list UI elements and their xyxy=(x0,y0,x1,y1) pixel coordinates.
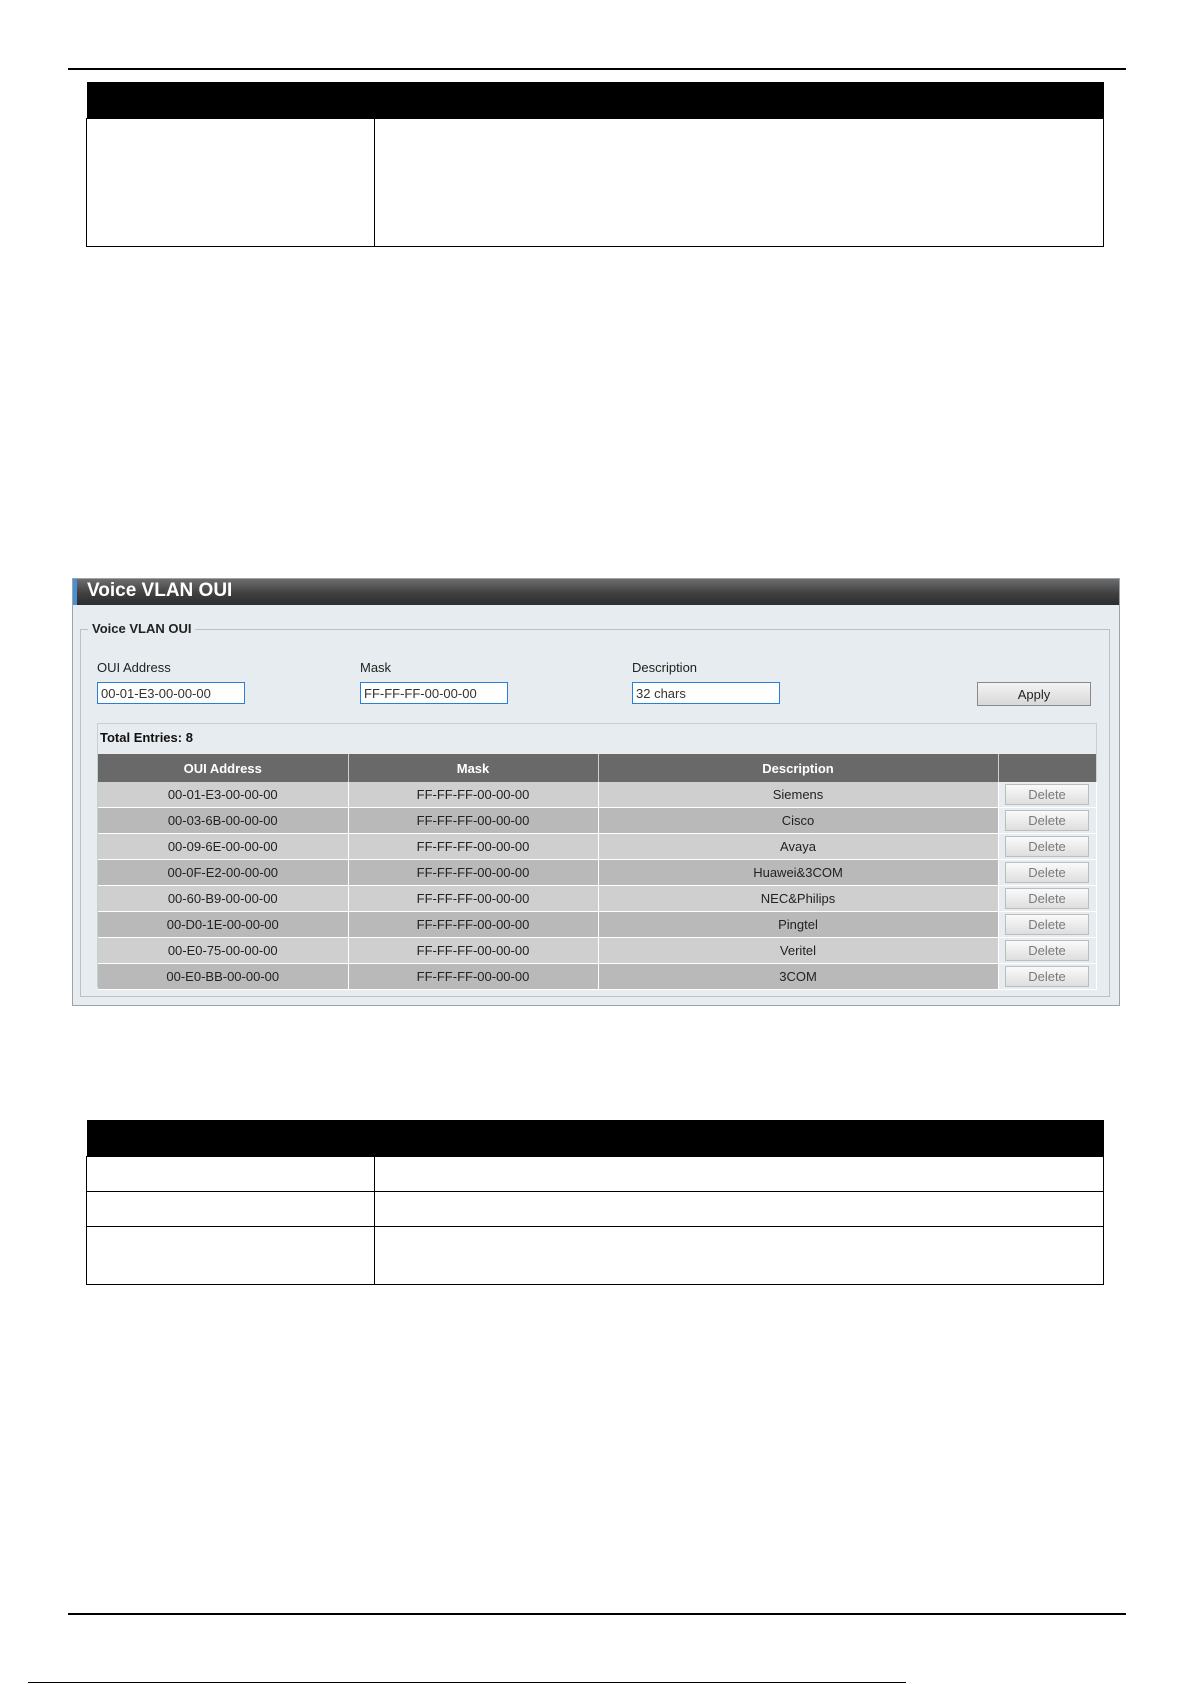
delete-button[interactable]: Delete xyxy=(1005,966,1089,987)
action-cell: Delete xyxy=(998,782,1097,808)
action-cell: Delete xyxy=(998,833,1097,860)
mask-input[interactable] xyxy=(360,682,508,704)
table-row: 00-D0-1E-00-00-00 FF-FF-FF-00-00-00 Pingte… xyxy=(98,911,1097,938)
table-row: 00-60-B9-00-00-00 FF-FF-FF-00-00-00 NEC&Ph… xyxy=(98,885,1097,912)
mask-cell: FF-FF-FF-00-00-00 xyxy=(348,885,599,912)
description-label: Description xyxy=(632,660,698,675)
oui-address-cell: 00-09-6E-00-00-00 xyxy=(98,833,349,860)
description-cell: Pingtel xyxy=(598,911,999,938)
voice-vlan-oui-fieldset: Voice VLAN OUI OUI Address Mask Descript… xyxy=(80,621,1110,997)
action-cell: Delete xyxy=(998,911,1097,938)
table-header-cell xyxy=(374,82,1104,119)
table-cell xyxy=(374,118,1104,247)
table-cell xyxy=(374,1226,1104,1285)
table-row: 00-E0-75-00-00-00 FF-FF-FF-00-00-00 Verite… xyxy=(98,937,1097,964)
action-cell: Delete xyxy=(998,937,1097,964)
action-cell: Delete xyxy=(998,963,1097,990)
delete-button[interactable]: Delete xyxy=(1005,836,1089,857)
apply-button[interactable]: Apply xyxy=(977,682,1091,706)
description-cell: NEC&Philips xyxy=(598,885,999,912)
mask-cell: FF-FF-FF-00-00-00 xyxy=(348,937,599,964)
fieldset-legend: Voice VLAN OUI xyxy=(88,621,196,636)
table-row: 00-0F-E2-00-00-00 FF-FF-FF-00-00-00 Huawei… xyxy=(98,859,1097,886)
description-cell: Siemens xyxy=(598,782,999,808)
parameter-table-top xyxy=(86,82,1104,247)
oui-table-container: Total Entries: 8 OUI Address Mask Descri… xyxy=(97,723,1097,990)
description-cell: Avaya xyxy=(598,833,999,860)
panel-title: Voice VLAN OUI xyxy=(73,579,1119,605)
oui-table: OUI Address Mask Description 00-01-E3-00… xyxy=(98,754,1097,990)
mask-cell: FF-FF-FF-00-00-00 xyxy=(348,782,599,808)
description-cell: Cisco xyxy=(598,807,999,834)
table-row: 00-03-6B-00-00-00 FF-FF-FF-00-00-00 Cisco D… xyxy=(98,807,1097,834)
delete-button[interactable]: Delete xyxy=(1005,784,1089,805)
action-cell: Delete xyxy=(998,807,1097,834)
delete-button[interactable]: Delete xyxy=(1005,862,1089,883)
oui-address-cell: 00-E0-BB-00-00-00 xyxy=(98,963,349,990)
oui-address-cell: 00-03-6B-00-00-00 xyxy=(98,807,349,834)
table-cell xyxy=(374,1191,1104,1227)
total-entries: Total Entries: 8 xyxy=(100,730,193,745)
mask-label: Mask xyxy=(360,660,392,675)
table-row: 00-01-E3-00-00-00 FF-FF-FF-00-00-00 Siemen… xyxy=(98,782,1097,808)
description-cell: Veritel xyxy=(598,937,999,964)
delete-button[interactable]: Delete xyxy=(1005,888,1089,909)
mask-cell: FF-FF-FF-00-00-00 xyxy=(348,859,599,886)
oui-address-cell: 00-0F-E2-00-00-00 xyxy=(98,859,349,886)
table-cell xyxy=(374,1156,1104,1192)
mask-cell: FF-FF-FF-00-00-00 xyxy=(348,963,599,990)
mask-cell: FF-FF-FF-00-00-00 xyxy=(348,807,599,834)
description-cell: Huawei&3COM xyxy=(598,859,999,886)
column-header-action xyxy=(998,754,1097,782)
table-header-cell xyxy=(86,1120,375,1157)
delete-button[interactable]: Delete xyxy=(1005,940,1089,961)
action-cell: Delete xyxy=(998,859,1097,886)
delete-button[interactable]: Delete xyxy=(1005,914,1089,935)
mask-cell: FF-FF-FF-00-00-00 xyxy=(348,911,599,938)
column-header-mask: Mask xyxy=(348,754,599,782)
parameter-table-bottom xyxy=(86,1120,1104,1285)
table-cell xyxy=(86,1226,375,1285)
table-row: 00-09-6E-00-00-00 FF-FF-FF-00-00-00 Avaya D… xyxy=(98,833,1097,860)
table-row: 00-E0-BB-00-00-00 FF-FF-FF-00-00-00 3COM De… xyxy=(98,963,1097,990)
oui-address-cell: 00-D0-1E-00-00-00 xyxy=(98,911,349,938)
oui-address-cell: 00-E0-75-00-00-00 xyxy=(98,937,349,964)
oui-address-label: OUI Address xyxy=(97,660,171,675)
table-cell xyxy=(86,1156,375,1192)
voice-vlan-oui-panel: Voice VLAN OUI Voice VLAN OUI OUI Addres… xyxy=(72,578,1120,1006)
page-bottom-rule xyxy=(68,1613,1126,1615)
table-cell xyxy=(86,118,375,247)
action-cell: Delete xyxy=(998,885,1097,912)
page-footer-rule xyxy=(28,1682,906,1683)
column-header-oui-address: OUI Address xyxy=(98,754,349,782)
delete-button[interactable]: Delete xyxy=(1005,810,1089,831)
mask-cell: FF-FF-FF-00-00-00 xyxy=(348,833,599,860)
description-cell: 3COM xyxy=(598,963,999,990)
oui-address-cell: 00-60-B9-00-00-00 xyxy=(98,885,349,912)
table-cell xyxy=(86,1191,375,1227)
description-input[interactable] xyxy=(632,682,780,704)
page-top-rule xyxy=(68,68,1126,70)
column-header-description: Description xyxy=(598,754,999,782)
oui-address-input[interactable] xyxy=(97,682,245,704)
table-header-cell xyxy=(374,1120,1104,1157)
table-header-cell xyxy=(86,82,375,119)
oui-address-cell: 00-01-E3-00-00-00 xyxy=(98,782,349,808)
